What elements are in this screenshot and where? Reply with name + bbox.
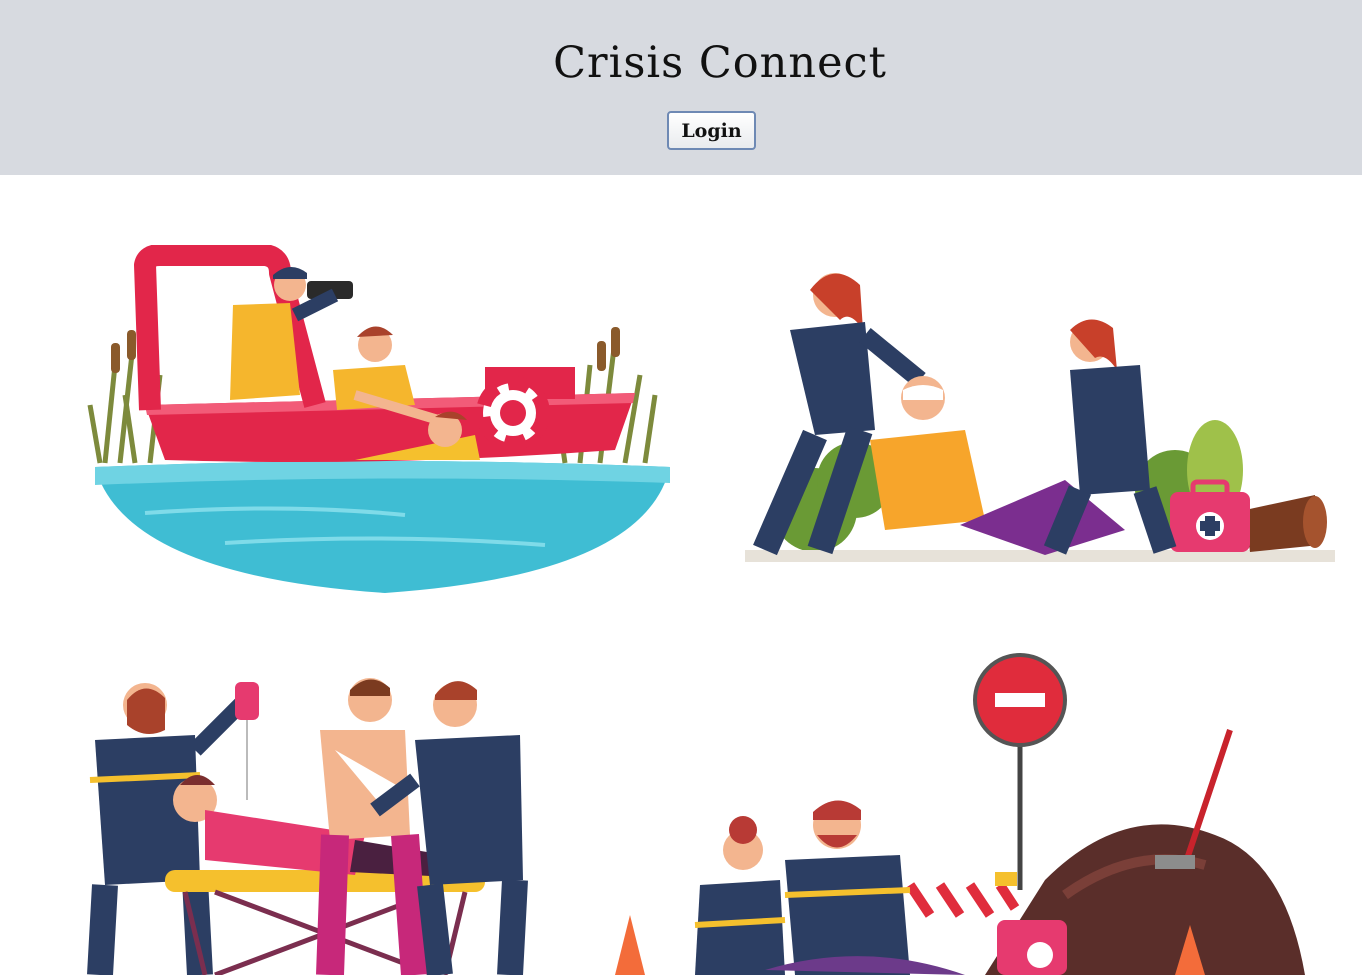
boat-rescue-illustration — [85, 245, 675, 600]
first-aid-head-injury-illustration — [745, 260, 1335, 565]
road-accident-cpr-illustration — [615, 650, 1355, 975]
site-header: Crisis Connect Login — [0, 0, 1362, 175]
stretcher-iv-illustration — [85, 660, 530, 975]
page-title: Crisis Connect — [553, 38, 887, 88]
login-button[interactable]: Login — [667, 111, 756, 150]
